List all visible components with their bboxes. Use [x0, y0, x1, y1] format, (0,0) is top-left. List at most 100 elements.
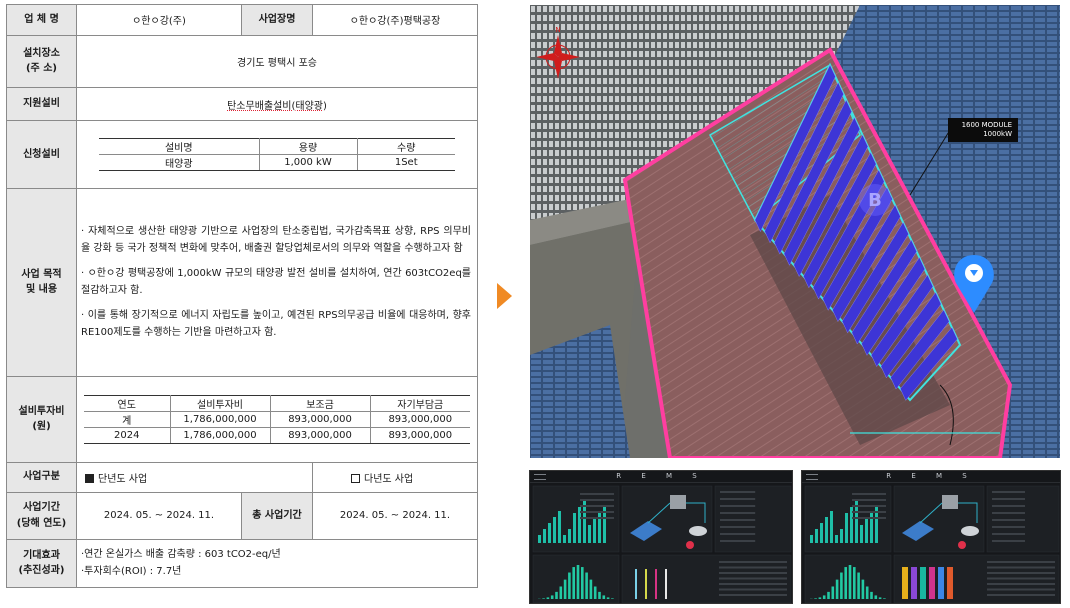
dashboard-bar	[844, 567, 847, 599]
invest-cell: 연도 설비투자비 보조금 자기부담금 계 1,786,000,000 893,0…	[76, 375, 478, 463]
dashboard-text-line	[987, 583, 1055, 585]
period-value: 2024. 05. ~ 2024. 11.	[76, 491, 242, 540]
dashboard-text-line	[987, 572, 1055, 574]
invest-table: 연도 설비투자비 보조금 자기부담금 계 1,786,000,000 893,0…	[84, 394, 470, 444]
dashboard-bar	[581, 567, 584, 599]
dashboard-text-line	[580, 505, 614, 507]
rems-dashboard-left: R E M S	[529, 470, 793, 604]
purpose-item-3: · 이를 통해 장기적으로 에너지 자립도를 높이고, 예견된 RPS의무공급 …	[81, 310, 471, 339]
dashboard-bar	[830, 511, 833, 543]
dashboard-bar	[825, 517, 828, 543]
cloud-icon	[689, 526, 707, 536]
dashboard-bar	[538, 535, 541, 543]
invest-cell-subsidy: 893,000,000	[270, 427, 371, 444]
effect-label-line2: (추진성과)	[18, 565, 65, 577]
invest-cell-subsidy: 893,000,000	[270, 411, 371, 428]
location-label-line1: 설치장소	[23, 47, 60, 59]
dashboard-header: R E M S	[802, 471, 1060, 483]
dashboard-text-line	[720, 505, 756, 507]
dashboard-bar	[550, 595, 554, 599]
dashboard-bar	[606, 597, 610, 599]
dashboard-text-line	[992, 505, 1025, 507]
equipment-header-capacity: 용량	[259, 137, 358, 155]
invest-cell-cost: 1,786,000,000	[170, 427, 271, 444]
rems-dashboard-right: R E M S	[801, 470, 1061, 604]
module-count-text: 1600 MODULE	[961, 121, 1012, 129]
dashboard-bar	[865, 519, 868, 543]
equipment-header-name: 설비명	[99, 137, 260, 155]
dashboard-text-line	[992, 533, 1025, 535]
dashboard-text-line	[720, 533, 756, 535]
dashboard-bar	[835, 535, 838, 543]
dashboard-bar	[568, 572, 571, 599]
dashboard-bar	[593, 586, 597, 599]
dashboard-text-line	[987, 577, 1055, 580]
type-single-cell: 단년도 사업	[76, 461, 313, 493]
dashboard-panel	[532, 554, 620, 603]
type-multi-text: 다년도 사업	[364, 473, 414, 485]
dashboard-text-line	[852, 517, 886, 519]
dashboard-bar	[553, 517, 556, 543]
dashboard-bar	[818, 597, 822, 599]
dashboard-bar	[831, 586, 835, 599]
compass-north-letter: N	[555, 26, 560, 34]
dashboard-bar	[855, 501, 858, 543]
dashboard-bar	[848, 565, 852, 599]
dashboard-bar	[573, 513, 576, 543]
dashboard-text-line	[719, 594, 787, 596]
dashboard-text-line	[852, 493, 886, 495]
dashboard-bar	[820, 523, 823, 543]
dashboard-panel	[621, 485, 713, 553]
invest-label-line2: (원)	[32, 421, 51, 433]
dashboard-bar	[588, 525, 591, 543]
dashboard-text-line	[719, 583, 787, 585]
dashboard-bar	[947, 567, 953, 599]
invest-cell-self: 893,000,000	[370, 411, 470, 428]
dashboard-bar	[814, 598, 817, 599]
dashboard-text-line	[720, 512, 756, 514]
dashboard-text-line	[719, 577, 787, 580]
dashboard-text-line	[580, 517, 614, 519]
dashboard-bar	[548, 523, 551, 543]
dashboard-bar	[635, 569, 637, 599]
dashboard-bar	[920, 567, 926, 599]
dashboard-text-line	[720, 491, 756, 493]
satellite-map: B N 1600 MODULE 1000kW	[530, 5, 1060, 458]
dashboard-bar	[874, 595, 878, 599]
dashboard-bar	[929, 567, 935, 599]
dashboard-bar	[572, 567, 575, 599]
dashboard-text-line	[987, 561, 1055, 563]
invest-cell-cost: 1,786,000,000	[170, 411, 271, 428]
inverter-icon	[670, 495, 686, 509]
dashboard-text-line	[992, 512, 1025, 514]
support-value: 탄소무배출설비(태양광)	[76, 87, 478, 121]
purpose-label: 사업 목적 및 내용	[6, 187, 77, 377]
dashboard-bar	[602, 595, 606, 599]
purpose-item-2: · ㅇ한ㅇ강 평택공장에 1,000kW 규모의 태양광 발전 설비를 설치하여…	[81, 267, 471, 297]
dashboard-text-line	[852, 505, 886, 507]
purpose-text: · 자체적으로 생산한 태양광 기반으로 사업장의 탄소중립법, 국가감축목표 …	[77, 217, 477, 348]
grid-icon	[686, 541, 694, 549]
dashboard-panel	[893, 485, 985, 553]
site-value: ㅇ한ㅇ강(주)평택공장	[312, 4, 478, 36]
invest-row-total: 계 1,786,000,000 893,000,000 893,000,000	[84, 411, 470, 428]
effect-label-line1: 기대효과	[23, 549, 60, 561]
dashboard-text-line	[992, 526, 1025, 528]
dashboard-bar	[576, 565, 580, 599]
purpose-item-1: · 자체적으로 생산한 태양광 기반으로 사업장의 탄소중립법, 국가감축목표 …	[81, 225, 471, 254]
invest-cell-year: 계	[84, 411, 171, 428]
b-marker-icon: B	[859, 184, 891, 216]
project-form-table: 업 체 명 ㅇ한ㅇ강(주) 사업장명 ㅇ한ㅇ강(주)평택공장 설치장소 (주 소…	[6, 4, 478, 589]
module-capacity-text: 1000kW	[983, 129, 1012, 138]
dashboard-bar	[865, 586, 869, 599]
invest-header-self: 자기부담금	[370, 394, 470, 412]
equipment-name: 태양광	[99, 154, 260, 171]
map-canvas: B N	[530, 5, 1060, 458]
dashboard-bar	[563, 535, 566, 543]
invest-header-cost: 설비투자비	[170, 394, 271, 412]
dashboard-bar	[585, 572, 588, 599]
checked-box-icon	[85, 473, 94, 483]
dashboard-bar	[583, 501, 586, 543]
type-single-text: 단년도 사업	[98, 473, 148, 485]
dashboard-bar	[827, 591, 830, 599]
